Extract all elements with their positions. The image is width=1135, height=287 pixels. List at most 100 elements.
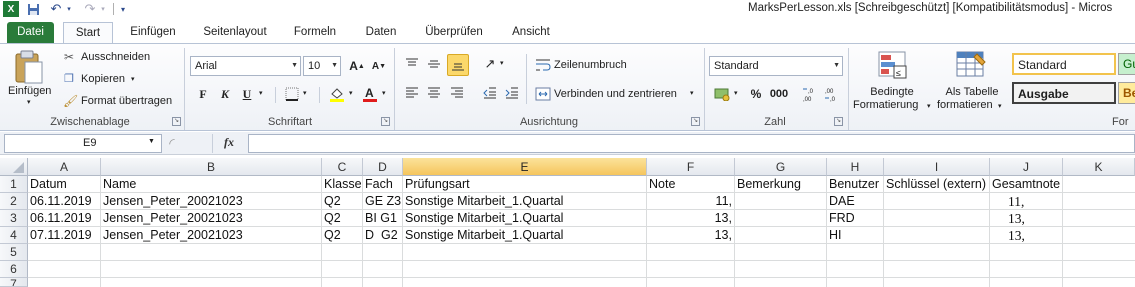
font-name-combo[interactable]: Arial ▼ (190, 56, 301, 76)
conditional-formatting-line2[interactable]: Formatierung (853, 99, 918, 111)
style-berechnung[interactable]: Be (1118, 82, 1135, 104)
cell-e1[interactable]: Prüfungsart (403, 176, 647, 193)
merge-dropdown-icon[interactable]: ▾ (690, 89, 694, 97)
copy-dropdown-icon[interactable]: ▾ (131, 75, 135, 83)
fill-color-dropdown-icon[interactable]: ▾ (349, 89, 353, 97)
format-as-table-line2[interactable]: formatieren (937, 99, 993, 111)
thousands-separator-button[interactable]: 000 (767, 84, 791, 104)
align-right-icon[interactable] (447, 83, 467, 103)
cell-g1[interactable]: Bemerkung (735, 176, 827, 193)
cell-a4[interactable]: 07.11.2019 (28, 227, 101, 244)
row-header-5[interactable]: 5 (0, 244, 28, 261)
cell-j4[interactable]: 13, (1006, 227, 1063, 244)
grow-font-icon[interactable]: A ▲ (347, 56, 367, 76)
underline-button[interactable]: U (237, 84, 257, 104)
shrink-font-icon[interactable]: A ▼ (369, 56, 389, 76)
cell-c4[interactable]: Q2 (322, 227, 363, 244)
wrap-text-icon[interactable] (533, 55, 553, 75)
style-ausgabe[interactable]: Ausgabe (1012, 82, 1116, 104)
cell-g4[interactable] (735, 227, 827, 244)
insert-function-button[interactable]: fx (224, 135, 234, 150)
borders-dropdown-icon[interactable]: ▾ (303, 89, 307, 97)
style-gut[interactable]: Gu (1118, 53, 1135, 75)
font-launcher-icon[interactable]: ↘ (381, 117, 390, 126)
formula-input[interactable] (248, 134, 1135, 153)
cell-f1[interactable]: Note (647, 176, 735, 193)
select-all-corner[interactable] (0, 158, 28, 176)
format-as-table-line1[interactable]: Als Tabelle (937, 86, 1007, 98)
underline-dropdown-icon[interactable]: ▾ (259, 89, 263, 97)
cell-c2[interactable]: Q2 (322, 193, 363, 210)
redo-icon[interactable]: ↷ (82, 1, 98, 17)
cut-icon[interactable]: ✂ (64, 50, 74, 64)
cell-d3[interactable]: BI G1 (363, 210, 403, 227)
cell-g2[interactable] (735, 193, 827, 210)
wrap-text-button[interactable]: Zeilenumbruch (554, 59, 627, 71)
tab-datei[interactable]: Datei (7, 22, 54, 43)
font-size-combo[interactable]: 10 ▼ (303, 56, 341, 76)
cell-d4[interactable]: D G2 (363, 227, 403, 244)
style-standard[interactable]: Standard (1012, 53, 1116, 75)
name-box[interactable]: E9 (4, 134, 162, 153)
table-dropdown-icon[interactable]: ▾ (998, 102, 1002, 110)
conditional-dropdown-icon[interactable]: ▾ (927, 102, 931, 110)
tab-start[interactable]: Start (63, 22, 113, 43)
column-header-c[interactable]: C (322, 158, 363, 176)
excel-app-icon[interactable]: X (3, 1, 19, 17)
tab-ansicht[interactable]: Ansicht (502, 22, 560, 43)
column-header-a[interactable]: A (28, 158, 101, 176)
conditional-formatting-line1[interactable]: Bedingte (857, 86, 927, 98)
cell-b4[interactable]: Jensen_Peter_20021023 (101, 227, 322, 244)
cell-b2[interactable]: Jensen_Peter_20021023 (101, 193, 322, 210)
cell-h2[interactable]: DAE (827, 193, 884, 210)
align-top-icon[interactable] (402, 54, 422, 74)
format-painter-icon[interactable]: 🖌 (63, 94, 78, 108)
orientation-icon[interactable]: ↗ (480, 54, 500, 74)
paste-icon[interactable] (10, 48, 50, 88)
redo-dropdown-icon[interactable]: ▾ (99, 1, 107, 17)
bold-button[interactable]: F (193, 84, 213, 104)
tab-daten[interactable]: Daten (355, 22, 407, 43)
cell-h3[interactable]: FRD (827, 210, 884, 227)
undo-dropdown-icon[interactable]: ▾ (65, 1, 73, 17)
merge-center-button[interactable]: Verbinden und zentrieren (554, 88, 677, 100)
merge-center-icon[interactable] (533, 84, 553, 104)
cell-j3[interactable]: 13, (1006, 210, 1063, 227)
borders-icon[interactable] (282, 84, 302, 104)
column-header-e[interactable]: E (403, 158, 647, 176)
cell-f3[interactable]: 13, (647, 210, 735, 227)
cell-a2[interactable]: 06.11.2019 (28, 193, 101, 210)
customize-qat-icon[interactable]: ▾ (118, 1, 128, 17)
name-box-dropdown-icon[interactable]: ▼ (148, 138, 155, 145)
column-header-b[interactable]: B (101, 158, 322, 176)
cell-h4[interactable]: HI (827, 227, 884, 244)
save-icon[interactable] (25, 1, 41, 17)
row-header-4[interactable]: 4 (0, 227, 28, 244)
align-bottom-icon[interactable] (447, 54, 469, 76)
column-header-d[interactable]: D (363, 158, 403, 176)
cell-i2[interactable] (884, 193, 990, 210)
cell-h1[interactable]: Benutzer (827, 176, 884, 193)
row-header-2[interactable]: 2 (0, 193, 28, 210)
font-color-dropdown-icon[interactable]: ▾ (382, 89, 386, 97)
cell-a3[interactable]: 06.11.2019 (28, 210, 101, 227)
alignment-launcher-icon[interactable]: ↘ (691, 117, 700, 126)
decrease-indent-icon[interactable] (480, 83, 500, 103)
cell-f2[interactable]: 11, (647, 193, 735, 210)
formula-bar-resize-handle[interactable]: ◜ (165, 134, 179, 153)
cell-i4[interactable] (884, 227, 990, 244)
italic-button[interactable]: K (215, 84, 235, 104)
orientation-dropdown-icon[interactable]: ▾ (500, 59, 504, 67)
column-header-j[interactable]: J (990, 158, 1063, 176)
format-as-table-icon[interactable] (955, 50, 989, 82)
tab-einfuegen[interactable]: Einfügen (120, 22, 186, 43)
column-header-f[interactable]: F (647, 158, 735, 176)
row-header-6[interactable]: 6 (0, 261, 28, 278)
cell-b3[interactable]: Jensen_Peter_20021023 (101, 210, 322, 227)
copy-button[interactable]: Kopieren (81, 73, 125, 85)
cell-j1[interactable]: Gesamtnote (990, 176, 1063, 193)
cell-e2[interactable]: Sonstige Mitarbeit_1.Quartal (403, 193, 647, 210)
cell-c1[interactable]: Klasse (322, 176, 363, 193)
cell-c3[interactable]: Q2 (322, 210, 363, 227)
decrease-decimal-icon[interactable]: ,00,0 (822, 84, 842, 104)
